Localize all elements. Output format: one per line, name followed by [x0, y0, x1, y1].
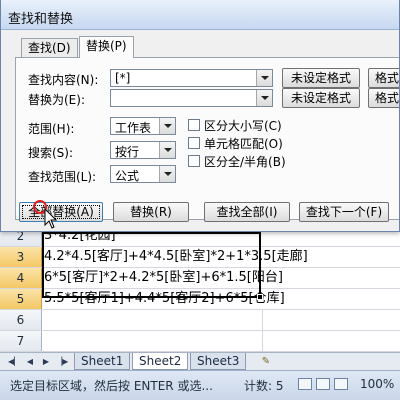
replace-input[interactable] — [110, 89, 273, 107]
row-header[interactable]: 3 — [0, 247, 42, 267]
match-cell-checkbox[interactable] — [188, 137, 200, 149]
sheet-tab-2[interactable]: Sheet2 — [132, 353, 189, 370]
chevron-down-icon[interactable] — [159, 166, 175, 182]
replace-all-button[interactable]: 全部替换(A) — [19, 202, 103, 222]
find-next-button[interactable]: 查找下一个(F) — [299, 202, 389, 222]
cell-a4[interactable]: 6*5[客厅]*2+4.2*5[卧室]+6*1.5[阳台] — [44, 268, 283, 288]
table-row: 3 4.2*4.5[客厅]+4*4.5[卧室]*2+1*3.5[走廊] — [0, 247, 400, 268]
cell-a3[interactable]: 4.2*4.5[客厅]+4*4.5[卧室]*2+1*3.5[走廊] — [44, 247, 308, 267]
dialog-title: 查找和替换 — [8, 12, 74, 27]
table-row: 5 5.5*5[客厅1]+4.4*5[客厅2]+6*5[仓库] — [0, 289, 400, 310]
chevron-down-icon[interactable] — [256, 70, 272, 86]
search-label: 搜索(S): — [28, 146, 74, 160]
replace-format-unset-button[interactable]: 未设定格式 — [282, 88, 360, 108]
search-value: 按行 — [115, 145, 140, 159]
search-select[interactable]: 按行 — [110, 141, 176, 159]
lookin-label: 查找范围(L): — [28, 170, 97, 184]
table-row: 6 — [0, 310, 400, 331]
replace-button[interactable]: 替换(R) — [113, 202, 189, 222]
dialog-titlebar[interactable]: 查找和替换 — [1, 0, 399, 30]
first-sheet-icon[interactable]: ◀▏ — [8, 356, 20, 368]
replace-format-button[interactable]: 格式(M) — [368, 88, 399, 108]
insert-sheet-icon[interactable]: ✎ — [257, 354, 275, 369]
column-divider — [262, 310, 263, 352]
chevron-down-icon[interactable] — [159, 118, 175, 134]
tab-find[interactable]: 查找(D) — [21, 38, 78, 58]
row-header[interactable]: 7 — [0, 331, 42, 351]
row-header[interactable]: 6 — [0, 310, 42, 330]
table-row: 4 6*5[客厅]*2+4.2*5[卧室]+6*1.5[阳台] — [0, 268, 400, 289]
status-bar: 选定目标区域，然后按 ENTER 或选... 计数: 5 100% — [0, 370, 400, 400]
find-format-button[interactable]: 格式(M) — [368, 68, 399, 88]
match-width-checkbox[interactable] — [188, 155, 200, 167]
normal-view-icon[interactable] — [298, 378, 312, 390]
match-cell-label: 单元格匹配(O) — [204, 137, 283, 151]
mouse-cursor-icon — [44, 208, 58, 229]
match-case-label: 区分大小写(C) — [204, 119, 282, 133]
sheet-tab-bar: ◀▏ ◀ ▶ ▕▶ Sheet1 Sheet2 Sheet3 ✎ — [0, 352, 400, 370]
chevron-down-icon[interactable] — [256, 90, 272, 106]
find-input[interactable]: [*] — [110, 69, 273, 87]
cell-a5[interactable]: 5.5*5[客厅1]+4.4*5[客厅2]+6*5[仓库] — [44, 289, 285, 309]
table-row: 7 — [0, 331, 400, 352]
scope-select[interactable]: 工作表 — [110, 117, 176, 135]
replace-label: 替换为(E): — [28, 93, 85, 107]
scope-label: 范围(H): — [28, 122, 75, 136]
match-width-label: 区分全/半角(B) — [204, 155, 286, 169]
last-sheet-icon[interactable]: ▕▶ — [56, 356, 68, 368]
replace-panel: 查找内容(N): [*] 未设定格式 格式(M) 替换为(E): 未设定格式 格… — [15, 57, 399, 220]
scope-value: 工作表 — [115, 121, 152, 135]
page-break-view-icon[interactable] — [334, 378, 348, 390]
find-replace-dialog: 查找和替换 查找(D) 替换(P) 查找内容(N): [*] 未设定格式 格式(… — [0, 0, 400, 232]
count-readout: 计数: 5 — [244, 379, 284, 393]
find-all-button[interactable]: 查找全部(I) — [204, 202, 290, 222]
lookin-value: 公式 — [115, 169, 140, 183]
status-message: 选定目标区域，然后按 ENTER 或选... — [10, 379, 213, 393]
find-label: 查找内容(N): — [28, 73, 99, 87]
sheet-tab-3[interactable]: Sheet3 — [190, 353, 247, 370]
row-header[interactable]: 5 — [0, 289, 42, 309]
page-layout-view-icon[interactable] — [316, 378, 330, 390]
lookin-select[interactable]: 公式 — [110, 165, 176, 183]
next-sheet-icon[interactable]: ▶ — [40, 356, 52, 368]
zoom-level[interactable]: 100% — [360, 377, 394, 391]
fill-handle[interactable] — [257, 294, 263, 300]
find-format-unset-button[interactable]: 未设定格式 — [282, 68, 360, 88]
chevron-down-icon[interactable] — [159, 142, 175, 158]
row-header[interactable]: 4 — [0, 268, 42, 288]
prev-sheet-icon[interactable]: ◀ — [24, 356, 36, 368]
sheet-tab-1[interactable]: Sheet1 — [74, 353, 131, 370]
tab-replace[interactable]: 替换(P) — [79, 36, 134, 58]
find-value: [*] — [115, 71, 131, 85]
match-case-checkbox[interactable] — [188, 119, 200, 131]
